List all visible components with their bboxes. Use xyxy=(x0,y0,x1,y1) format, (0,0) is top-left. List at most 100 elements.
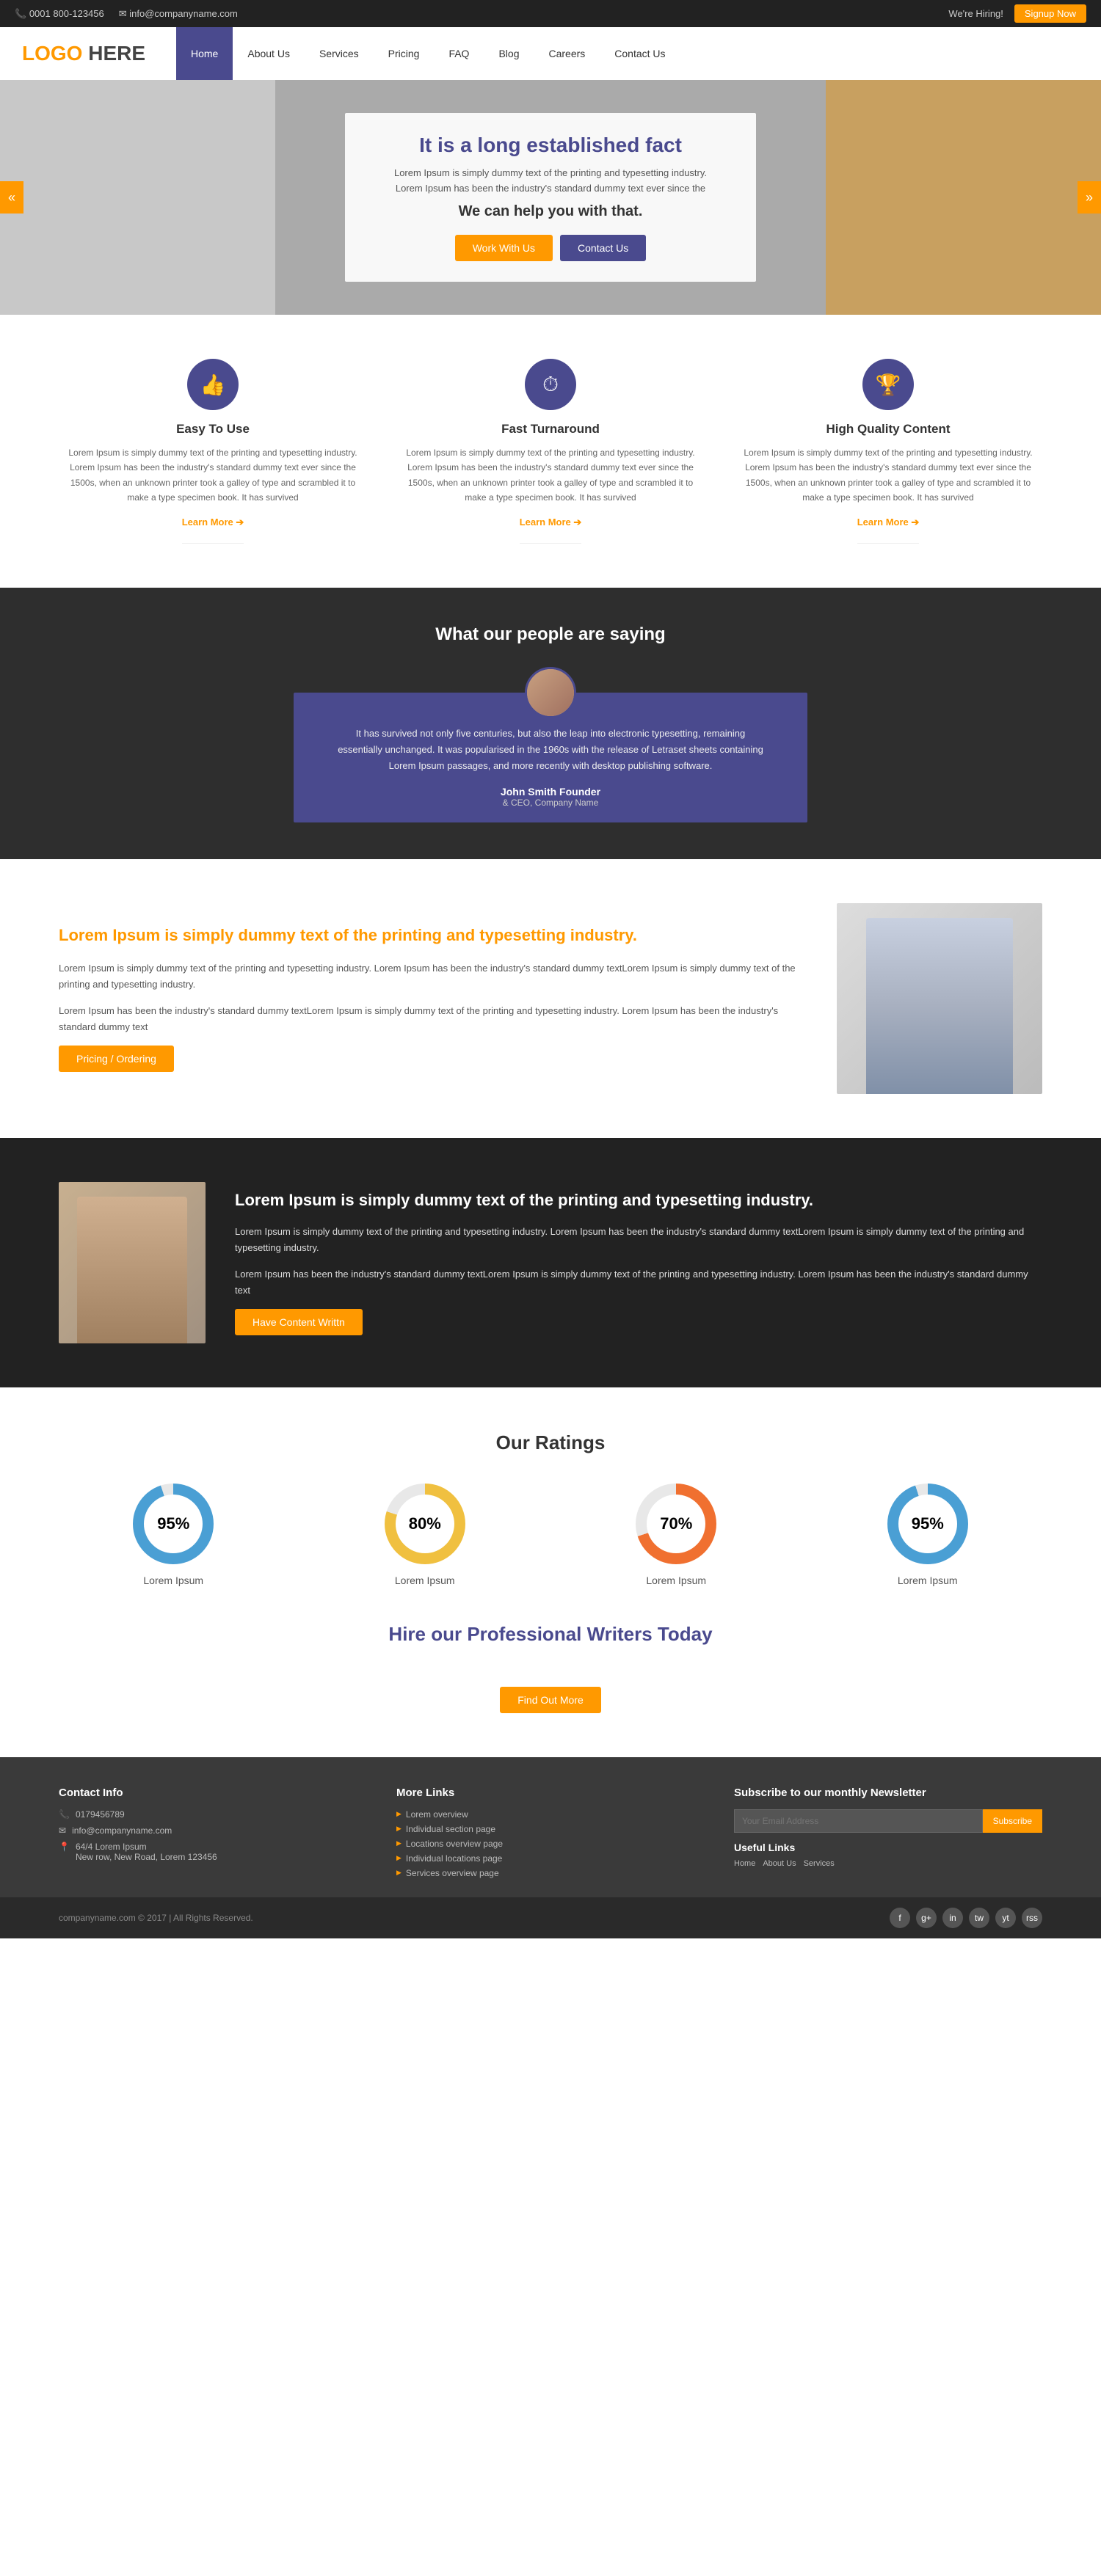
learn-more-link-2[interactable]: Learn More ➔ xyxy=(520,517,582,544)
rating-item-1: 95% Lorem Ipsum xyxy=(133,1484,214,1586)
nav-blog[interactable]: Blog xyxy=(484,27,534,80)
nav-about[interactable]: About Us xyxy=(233,27,305,80)
main-nav: Home About Us Services Pricing FAQ Blog … xyxy=(176,27,1101,80)
feature-desc-2: Lorem Ipsum is simply dummy text of the … xyxy=(396,445,705,506)
location-icon: 📍 xyxy=(59,1842,70,1852)
phone-number: 📞 0001 800-123456 xyxy=(15,8,104,20)
cta-desc-2: Lorem Ipsum has been the industry's stan… xyxy=(235,1266,1042,1299)
rating-percent-2: 80% xyxy=(409,1514,441,1533)
about-image xyxy=(837,903,1042,1094)
rating-circle-1: 95% xyxy=(133,1484,214,1564)
twitter-icon[interactable]: tw xyxy=(969,1908,989,1928)
rss-icon[interactable]: rss xyxy=(1022,1908,1042,1928)
linkedin-icon[interactable]: in xyxy=(942,1908,963,1928)
footer-newsletter-col: Subscribe to our monthly Newsletter Subs… xyxy=(734,1787,1042,1883)
nav-pricing[interactable]: Pricing xyxy=(374,27,435,80)
footer-link-1[interactable]: Lorem overview xyxy=(396,1809,705,1820)
useful-links: Home About Us Services xyxy=(734,1859,1042,1868)
useful-link-services[interactable]: Services xyxy=(804,1859,835,1868)
copyright-text: companyname.com © 2017 | All Rights Rese… xyxy=(59,1913,253,1923)
youtube-icon[interactable]: yt xyxy=(995,1908,1016,1928)
contact-us-hero-button[interactable]: Contact Us xyxy=(560,235,646,261)
footer-phone: 📞 0179456789 xyxy=(59,1809,367,1820)
about-title: Lorem Ipsum is simply dummy text of the … xyxy=(59,924,800,947)
nav-careers[interactable]: Careers xyxy=(534,27,600,80)
hire-title: Hire our Professional Writers Today xyxy=(59,1623,1042,1646)
rating-percent-4: 95% xyxy=(912,1514,944,1533)
cta-text: Lorem Ipsum is simply dummy text of the … xyxy=(235,1189,1042,1335)
useful-link-about[interactable]: About Us xyxy=(763,1859,796,1868)
feature-title-1: Easy To Use xyxy=(59,422,367,437)
logo: LOGO HERE xyxy=(22,42,145,65)
feature-high-quality: 🏆 High Quality Content Lorem Ipsum is si… xyxy=(734,359,1042,544)
rating-circle-3: 70% xyxy=(636,1484,716,1564)
cta-desc-1: Lorem Ipsum is simply dummy text of the … xyxy=(235,1224,1042,1256)
facebook-icon[interactable]: f xyxy=(890,1908,910,1928)
slider-prev-button[interactable]: « xyxy=(0,181,23,214)
header: LOGO HERE Home About Us Services Pricing… xyxy=(0,27,1101,80)
about-desc-1: Lorem Ipsum is simply dummy text of the … xyxy=(59,960,800,993)
footer-link-2[interactable]: Individual section page xyxy=(396,1824,705,1834)
work-with-us-button[interactable]: Work With Us xyxy=(455,235,553,261)
ratings-title: Our Ratings xyxy=(59,1431,1042,1454)
top-bar-right: We're Hiring! Signup Now xyxy=(948,4,1086,23)
testimonial-section: What our people are saying It has surviv… xyxy=(0,588,1101,859)
footer-links-col: More Links Lorem overview Individual sec… xyxy=(396,1787,705,1883)
rating-item-3: 70% Lorem Ipsum xyxy=(636,1484,716,1586)
about-desc-2: Lorem Ipsum has been the industry's stan… xyxy=(59,1003,800,1035)
rating-percent-3: 70% xyxy=(660,1514,692,1533)
footer-link-4[interactable]: Individual locations page xyxy=(396,1853,705,1864)
googleplus-icon[interactable]: g+ xyxy=(916,1908,937,1928)
ratings-grid: 95% Lorem Ipsum 80% Lorem Ipsum 70% Lore… xyxy=(59,1484,1042,1586)
cta-person-image xyxy=(77,1197,187,1343)
signup-button[interactable]: Signup Now xyxy=(1014,4,1086,23)
nav-home[interactable]: Home xyxy=(176,27,233,80)
newsletter-email-input[interactable] xyxy=(734,1809,983,1833)
rating-label-3: Lorem Ipsum xyxy=(636,1575,716,1586)
footer-newsletter-title: Subscribe to our monthly Newsletter xyxy=(734,1787,1042,1799)
rating-item-2: 80% Lorem Ipsum xyxy=(385,1484,465,1586)
feature-fast-turnaround: ⏱ Fast Turnaround Lorem Ipsum is simply … xyxy=(396,359,705,544)
footer: Contact Info 📞 0179456789 ✉ info@company… xyxy=(0,1757,1101,1897)
woman-image xyxy=(866,918,1013,1094)
feature-title-2: Fast Turnaround xyxy=(396,422,705,437)
nav-faq[interactable]: FAQ xyxy=(434,27,484,80)
testimonial-name: John Smith Founder xyxy=(338,786,763,798)
hero-section: « It is a long established fact Lorem Ip… xyxy=(0,80,1101,315)
hero-title: It is a long established fact xyxy=(389,134,712,157)
testimonial-quote: It has survived not only five centuries,… xyxy=(338,726,763,774)
testimonial-avatar xyxy=(525,667,576,718)
email-address: ✉ info@companyname.com xyxy=(119,8,238,20)
nav-services[interactable]: Services xyxy=(305,27,374,80)
nav-contact[interactable]: Contact Us xyxy=(600,27,680,80)
rating-circle-4: 95% xyxy=(887,1484,968,1564)
useful-links-title: Useful Links xyxy=(734,1842,1042,1853)
footer-email: ✉ info@companyname.com xyxy=(59,1825,367,1836)
hero-subtitle: Lorem Ipsum is simply dummy text of the … xyxy=(389,166,712,197)
feature-title-3: High Quality Content xyxy=(734,422,1042,437)
rating-label-4: Lorem Ipsum xyxy=(887,1575,968,1586)
learn-more-link-3[interactable]: Learn More ➔ xyxy=(857,517,920,544)
have-content-written-button[interactable]: Have Content Writtn xyxy=(235,1309,363,1335)
features-section: 👍 Easy To Use Lorem Ipsum is simply dumm… xyxy=(0,315,1101,588)
ratings-section: Our Ratings 95% Lorem Ipsum 80% Lorem Ip… xyxy=(0,1387,1101,1757)
email-icon: ✉ xyxy=(59,1825,66,1836)
hero-content: It is a long established fact Lorem Ipsu… xyxy=(345,113,756,282)
footer-link-5[interactable]: Services overview page xyxy=(396,1868,705,1878)
feature-desc-3: Lorem Ipsum is simply dummy text of the … xyxy=(734,445,1042,506)
slider-next-button[interactable]: » xyxy=(1078,181,1101,214)
rating-circle-2: 80% xyxy=(385,1484,465,1564)
about-section: Lorem Ipsum is simply dummy text of the … xyxy=(0,859,1101,1138)
rating-label-2: Lorem Ipsum xyxy=(385,1575,465,1586)
newsletter-row: Subscribe xyxy=(734,1809,1042,1833)
cta-title: Lorem Ipsum is simply dummy text of the … xyxy=(235,1189,1042,1212)
useful-link-home[interactable]: Home xyxy=(734,1859,755,1868)
learn-more-link-1[interactable]: Learn More ➔ xyxy=(182,517,244,544)
social-icons: f g+ in tw yt rss xyxy=(890,1908,1042,1928)
pricing-ordering-button[interactable]: Pricing / Ordering xyxy=(59,1046,174,1072)
footer-bottom: companyname.com © 2017 | All Rights Rese… xyxy=(0,1897,1101,1938)
footer-link-3[interactable]: Locations overview page xyxy=(396,1839,705,1849)
subscribe-button[interactable]: Subscribe xyxy=(983,1809,1042,1833)
find-out-more-button[interactable]: Find Out More xyxy=(500,1687,600,1713)
rating-percent-1: 95% xyxy=(157,1514,189,1533)
